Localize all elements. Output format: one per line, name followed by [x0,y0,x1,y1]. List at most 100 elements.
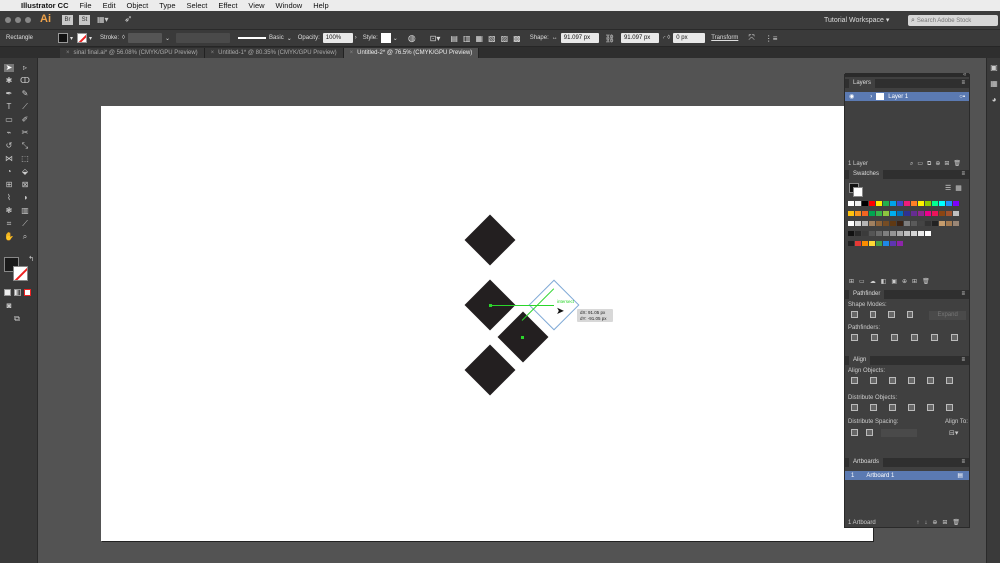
swatch-actions-icon[interactable]: ⊞▭☁◧▣⊕⊞🗑 [849,278,935,285]
stock-search-field[interactable]: ⌕ Search Adobe Stock [908,15,998,26]
column-graph-tool-icon[interactable]: ▥ [20,207,30,215]
spacing-input[interactable] [881,429,917,437]
chevron-right-icon[interactable]: › [355,35,357,41]
color-swatch[interactable] [939,211,945,216]
menu-help[interactable]: Help [313,1,328,10]
color-swatch[interactable] [918,221,924,226]
pathfinder-tab[interactable]: Pathfinder [849,290,885,299]
document-tab-active[interactable]: × Untitled-2* @ 76.5% (CMYK/GPU Preview) [343,48,480,58]
menu-type[interactable]: Type [159,1,175,10]
stroke-weight-input[interactable] [128,33,163,43]
color-swatch[interactable] [890,211,896,216]
color-swatch[interactable] [925,201,931,206]
align-left-button[interactable] [851,377,858,384]
color-swatch[interactable] [876,231,882,236]
lasso-tool-icon[interactable]: ↀ [20,77,30,85]
curvature-tool-icon[interactable]: ✎ [20,90,30,98]
outline-button[interactable] [931,334,938,341]
color-swatch[interactable] [890,241,896,246]
target-icon[interactable]: ○▪ [959,94,965,100]
distribute-v-space-button[interactable] [851,429,858,436]
symbol-sprayer-tool-icon[interactable]: ❃ [4,207,14,215]
shaper-tool-icon[interactable]: ⌁ [4,129,14,137]
libraries-icon[interactable]: ▦ [989,80,999,88]
color-swatch[interactable] [911,201,917,206]
layer-name[interactable]: Layer 1 [888,94,908,100]
distribute-center-h-button[interactable] [927,404,934,411]
color-swatch[interactable] [855,231,861,236]
close-tab-icon[interactable]: × [211,50,215,56]
color-swatch[interactable] [904,201,910,206]
panel-collapse-bar[interactable] [845,73,969,77]
distribute-bottom-button[interactable] [889,404,896,411]
color-icon[interactable]: ◕ [989,96,999,104]
free-transform-tool-icon[interactable]: ⬚ [20,155,30,163]
workspace-switcher[interactable]: Tutorial Workspace ▾ [824,16,889,24]
artboard-name[interactable]: Artboard 1 [866,473,894,479]
artboard-row[interactable]: 1 Artboard 1 ▤ [845,471,969,480]
color-swatch[interactable] [848,221,854,226]
line-tool-icon[interactable]: ⟋ [20,103,30,111]
color-swatch[interactable] [876,211,882,216]
panel-menu-icon[interactable]: ≡ [961,290,965,299]
merge-button[interactable] [891,334,898,341]
color-swatch[interactable] [918,211,924,216]
stroke-color-box[interactable] [13,266,28,281]
color-swatch[interactable] [904,221,910,226]
panel-menu-icon[interactable]: ≡ [961,458,965,467]
color-swatch[interactable] [890,231,896,236]
align-center-v-button[interactable] [927,377,934,384]
color-swatch[interactable] [932,211,938,216]
eyedropper-tool-icon[interactable]: ⌇ [4,194,14,202]
view-toggle-icon[interactable]: ☰▦ [945,184,966,192]
swatch-grid[interactable] [848,201,966,251]
diamond-shape[interactable] [464,214,516,266]
color-swatch[interactable] [911,221,917,226]
color-swatch[interactable] [897,241,903,246]
color-swatch[interactable] [946,201,952,206]
color-swatch[interactable] [848,241,854,246]
align-tab[interactable]: Align [849,356,871,365]
color-swatch[interactable] [897,211,903,216]
color-swatch[interactable] [925,211,931,216]
properties-icon[interactable]: ▣ [989,64,999,72]
exclude-button[interactable] [906,311,914,318]
panel-menu-icon[interactable]: ≡ [961,79,965,88]
fill-swatch[interactable] [58,33,68,43]
graphic-style-swatch[interactable] [380,33,391,43]
color-swatch[interactable] [925,221,931,226]
type-tool-icon[interactable]: T [4,103,14,111]
close-tab-icon[interactable]: × [350,50,354,56]
brush-definition[interactable]: Basic [269,35,284,41]
rotate-tool-icon[interactable]: ↺ [4,142,14,150]
menu-effect[interactable]: Effect [218,1,237,10]
color-swatch[interactable] [953,211,959,216]
align-to-dropdown-icon[interactable]: ⊟▾ [949,429,958,437]
layer-row[interactable]: ◉ › Layer 1 ○▪ [845,92,969,101]
panel-menu-icon[interactable]: ⋮≡ [765,34,778,43]
color-swatch[interactable] [848,231,854,236]
minimize-window-button[interactable] [15,17,21,23]
scale-tool-icon[interactable]: ⤡ [20,142,30,150]
variable-width-profile[interactable] [176,33,231,43]
paintbrush-tool-icon[interactable]: ✐ [20,116,30,124]
pen-tool-icon[interactable]: ✒ [4,90,14,98]
color-swatch[interactable] [904,211,910,216]
align-center-h-button[interactable] [870,377,877,384]
recolor-artwork-icon[interactable]: ◍ [408,33,416,44]
scissors-tool-icon[interactable]: ✂ [20,129,30,137]
menu-object[interactable]: Object [127,1,149,10]
align-top-button[interactable] [908,377,915,384]
color-swatch[interactable] [876,221,882,226]
stroke-stepper-icon[interactable]: ◊ [122,35,125,41]
document-tab[interactable]: × Untitled-1* @ 80.35% (CMYK/GPU Preview) [204,48,344,58]
hand-tool-icon[interactable]: ✋ [4,233,14,241]
expand-arrow-icon[interactable]: › [870,94,872,100]
color-swatch[interactable] [876,201,882,206]
color-swatch[interactable] [939,201,945,206]
distribute-top-button[interactable] [851,404,858,411]
magic-wand-tool-icon[interactable]: ✱ [4,77,14,85]
minus-back-button[interactable] [951,334,958,341]
app-menu[interactable]: Illustrator CC [21,1,69,10]
color-swatch[interactable] [862,231,868,236]
